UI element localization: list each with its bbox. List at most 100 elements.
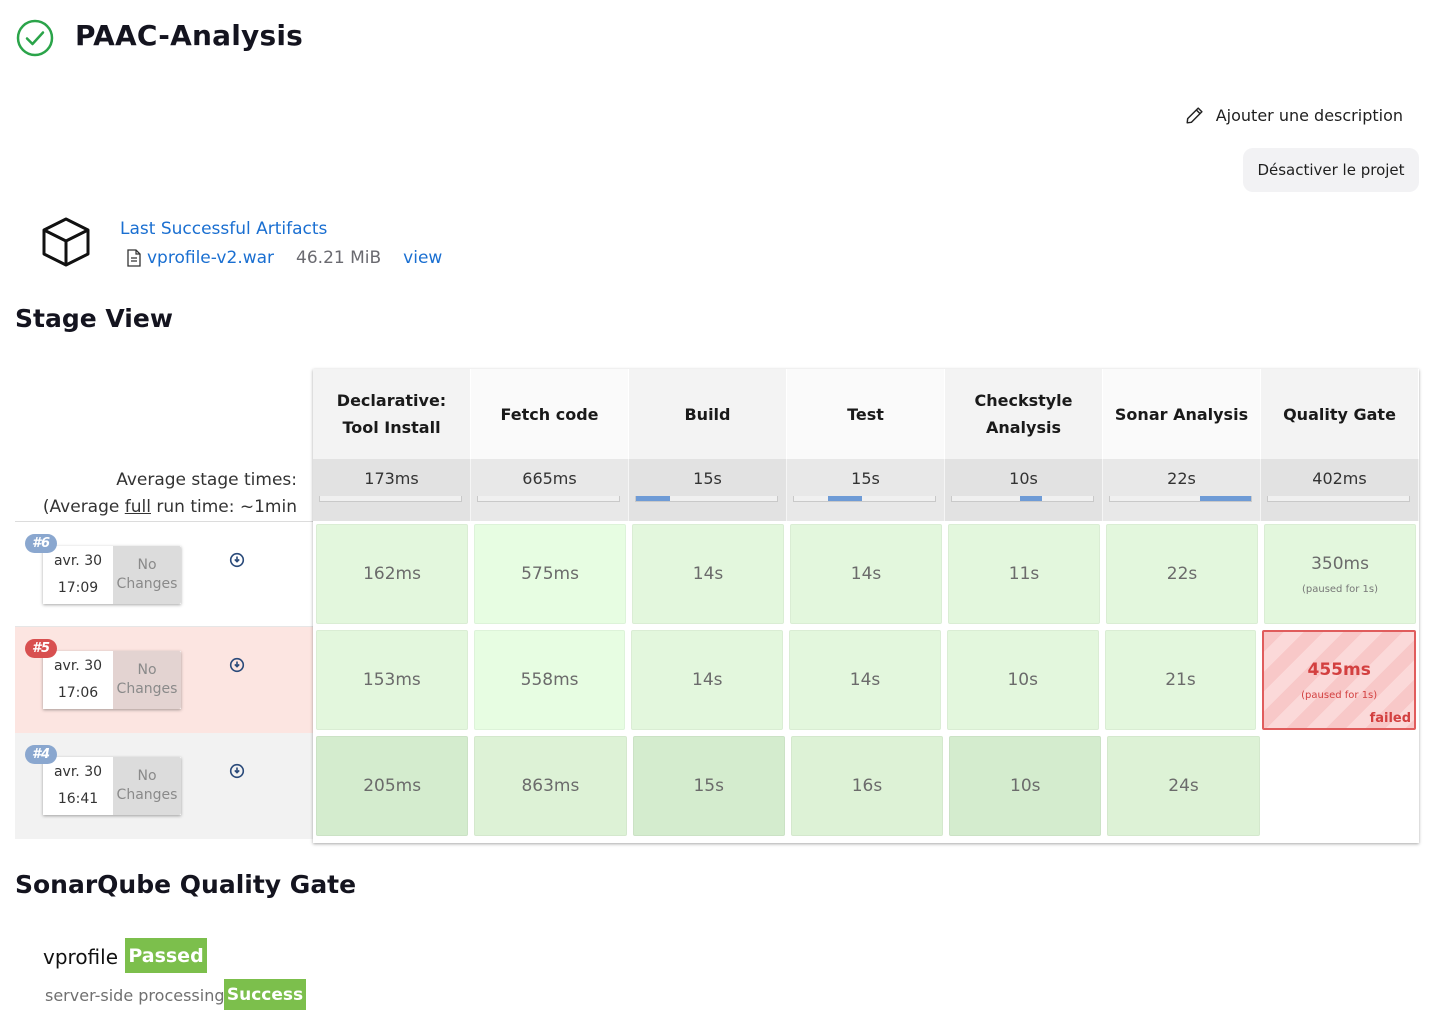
stage-cell[interactable]: 205ms — [316, 736, 469, 836]
average-time-bar — [477, 496, 620, 502]
server-processing-status-badge: Success — [224, 979, 306, 1010]
add-description-link[interactable]: Ajouter une description — [1184, 104, 1403, 126]
average-time-value: 10s — [1009, 469, 1038, 488]
build-date: avr. 30 — [53, 553, 103, 569]
info-icon[interactable] — [229, 763, 245, 779]
stage-cell[interactable]: 11s — [948, 524, 1100, 624]
stage-cell[interactable]: 16s — [790, 736, 944, 836]
info-icon[interactable] — [229, 657, 245, 673]
stage-view-title: Stage View — [15, 304, 173, 333]
stage-duration: 24s — [1168, 776, 1199, 796]
build-run-date: avr. 30 17:09 — [43, 546, 113, 604]
average-time-cell: 173ms — [313, 459, 471, 521]
build-stage-row: 153ms 558ms 14s 14s 10s 21s 455ms (paused for 1… — [313, 627, 1419, 733]
stage-duration: 162ms — [363, 564, 421, 584]
stage-header-label: Build — [684, 401, 730, 428]
build-number-badge[interactable]: #6 — [25, 534, 58, 553]
average-time-bar — [319, 496, 462, 502]
stage-cell[interactable]: 21s — [1104, 630, 1257, 730]
stage-table: Declarative: Tool Install Fetch code Build T… — [313, 369, 1419, 843]
average-time-bar-fill — [1200, 496, 1251, 501]
build-run-info: avr. 30 17:09 No Changes #6 — [15, 521, 313, 627]
stage-cell[interactable]: 863ms — [474, 736, 627, 836]
quality-gate-status-badge: Passed — [125, 938, 207, 973]
stage-cell[interactable]: 10s — [949, 736, 1102, 836]
stage-header: Fetch code — [471, 369, 629, 459]
stage-paused-note: (paused for 1s) — [1301, 689, 1378, 701]
page-title: PAAC-Analysis — [75, 19, 303, 52]
stage-failed-label: failed — [1369, 711, 1412, 726]
stage-header-line: Build — [684, 404, 731, 424]
stage-cell[interactable]: 15s — [632, 736, 785, 836]
stage-cell[interactable]: 162ms — [316, 524, 468, 624]
build-changes[interactable]: No Changes — [113, 546, 181, 604]
server-processing-label: server-side processing: — [45, 986, 230, 1005]
build-number-badge[interactable]: #4 — [25, 745, 58, 764]
stage-duration: 15s — [693, 776, 724, 796]
build-time: 16:41 — [57, 791, 99, 807]
stage-header-label: Sonar Analysis — [1115, 401, 1248, 428]
average-time-bar — [635, 496, 778, 502]
stage-duration: 22s — [1166, 564, 1198, 584]
stage-paused-note: (paused for 1s) — [1301, 583, 1378, 595]
disable-project-button[interactable]: Désactiver le projet — [1243, 148, 1419, 192]
stage-header-label: Test — [847, 401, 884, 428]
stage-cell[interactable]: 350ms (paused for 1s) — [1264, 524, 1416, 624]
artifact-file-link[interactable]: vprofile-v2.war — [147, 248, 274, 268]
stage-header-label: Fetch code — [500, 401, 598, 428]
build-stage-row: 162ms 575ms 14s 14s 11s 22s 350ms (paused for 1… — [313, 521, 1419, 627]
stage-cell[interactable]: 10s — [946, 630, 1099, 730]
average-stage-times-text: Average stage times: — [116, 470, 297, 490]
stage-header: Quality Gate — [1261, 369, 1419, 459]
average-time-value: 15s — [851, 469, 880, 488]
stage-cell[interactable]: 14s — [790, 524, 942, 624]
average-time-cell: 15s — [787, 459, 945, 521]
stage-header-line: Declarative: — [336, 391, 447, 410]
stage-cell[interactable]: 14s — [632, 524, 784, 624]
package-icon — [42, 217, 90, 267]
build-changes-line: No — [137, 768, 157, 784]
artifact-view-link[interactable]: view — [403, 248, 442, 268]
average-time-cell: 22s — [1103, 459, 1261, 521]
build-run-info: avr. 30 17:06 No Changes #5 — [15, 627, 313, 733]
stage-cell[interactable]: 575ms — [474, 524, 626, 624]
artifact-file-size: 46.21 MiB — [296, 248, 382, 268]
stage-duration: 11s — [1008, 564, 1040, 584]
stage-duration: 14s — [850, 564, 882, 584]
stage-view: Average stage times: (Average full run t… — [15, 369, 1421, 843]
stage-cell — [1266, 736, 1416, 836]
stage-cell[interactable]: 558ms — [473, 630, 626, 730]
info-icon[interactable] — [229, 552, 245, 568]
stage-duration: 10s — [1010, 776, 1041, 796]
average-time-bar-fill — [827, 496, 862, 501]
average-time-value: 665ms — [522, 469, 577, 488]
build-number-badge[interactable]: #5 — [25, 639, 58, 658]
stage-cell[interactable]: 14s — [789, 630, 941, 730]
build-time: 17:06 — [57, 685, 99, 701]
average-time-bar-fill — [636, 496, 670, 501]
average-time-value: 15s — [693, 469, 722, 488]
stage-cell[interactable]: 153ms — [316, 630, 468, 730]
build-changes[interactable]: No Changes — [113, 757, 181, 815]
stage-cell-failed[interactable]: 455ms (paused for 1s) failed — [1262, 630, 1417, 730]
stage-duration: 350ms — [1311, 553, 1369, 574]
stage-cell[interactable]: 24s — [1107, 736, 1260, 836]
stage-headers: Declarative: Tool Install Fetch code Build T… — [313, 369, 1419, 459]
stage-header: Build — [629, 369, 787, 459]
stage-cell[interactable]: 22s — [1106, 524, 1258, 624]
last-successful-artifacts-link[interactable]: Last Successful Artifacts — [120, 219, 327, 239]
build-run-card[interactable]: avr. 30 16:41 No Changes — [43, 757, 181, 815]
build-run-date: avr. 30 16:41 — [43, 757, 113, 815]
stage-cell[interactable]: 14s — [631, 630, 784, 730]
build-run-card[interactable]: avr. 30 17:06 No Changes — [43, 651, 181, 709]
stage-header-line: Sonar Analysis — [1114, 404, 1249, 424]
stage-duration: 575ms — [521, 564, 579, 584]
build-changes[interactable]: No Changes — [113, 651, 181, 709]
stage-duration: 14s — [692, 670, 723, 690]
stage-duration: 153ms — [362, 670, 421, 690]
build-run-card[interactable]: avr. 30 17:09 No Changes — [43, 546, 181, 604]
stage-header-line: Tool Install — [342, 418, 441, 437]
build-date: avr. 30 — [53, 764, 103, 780]
average-time-bar — [951, 496, 1094, 502]
build-changes-line: Changes — [116, 787, 178, 803]
